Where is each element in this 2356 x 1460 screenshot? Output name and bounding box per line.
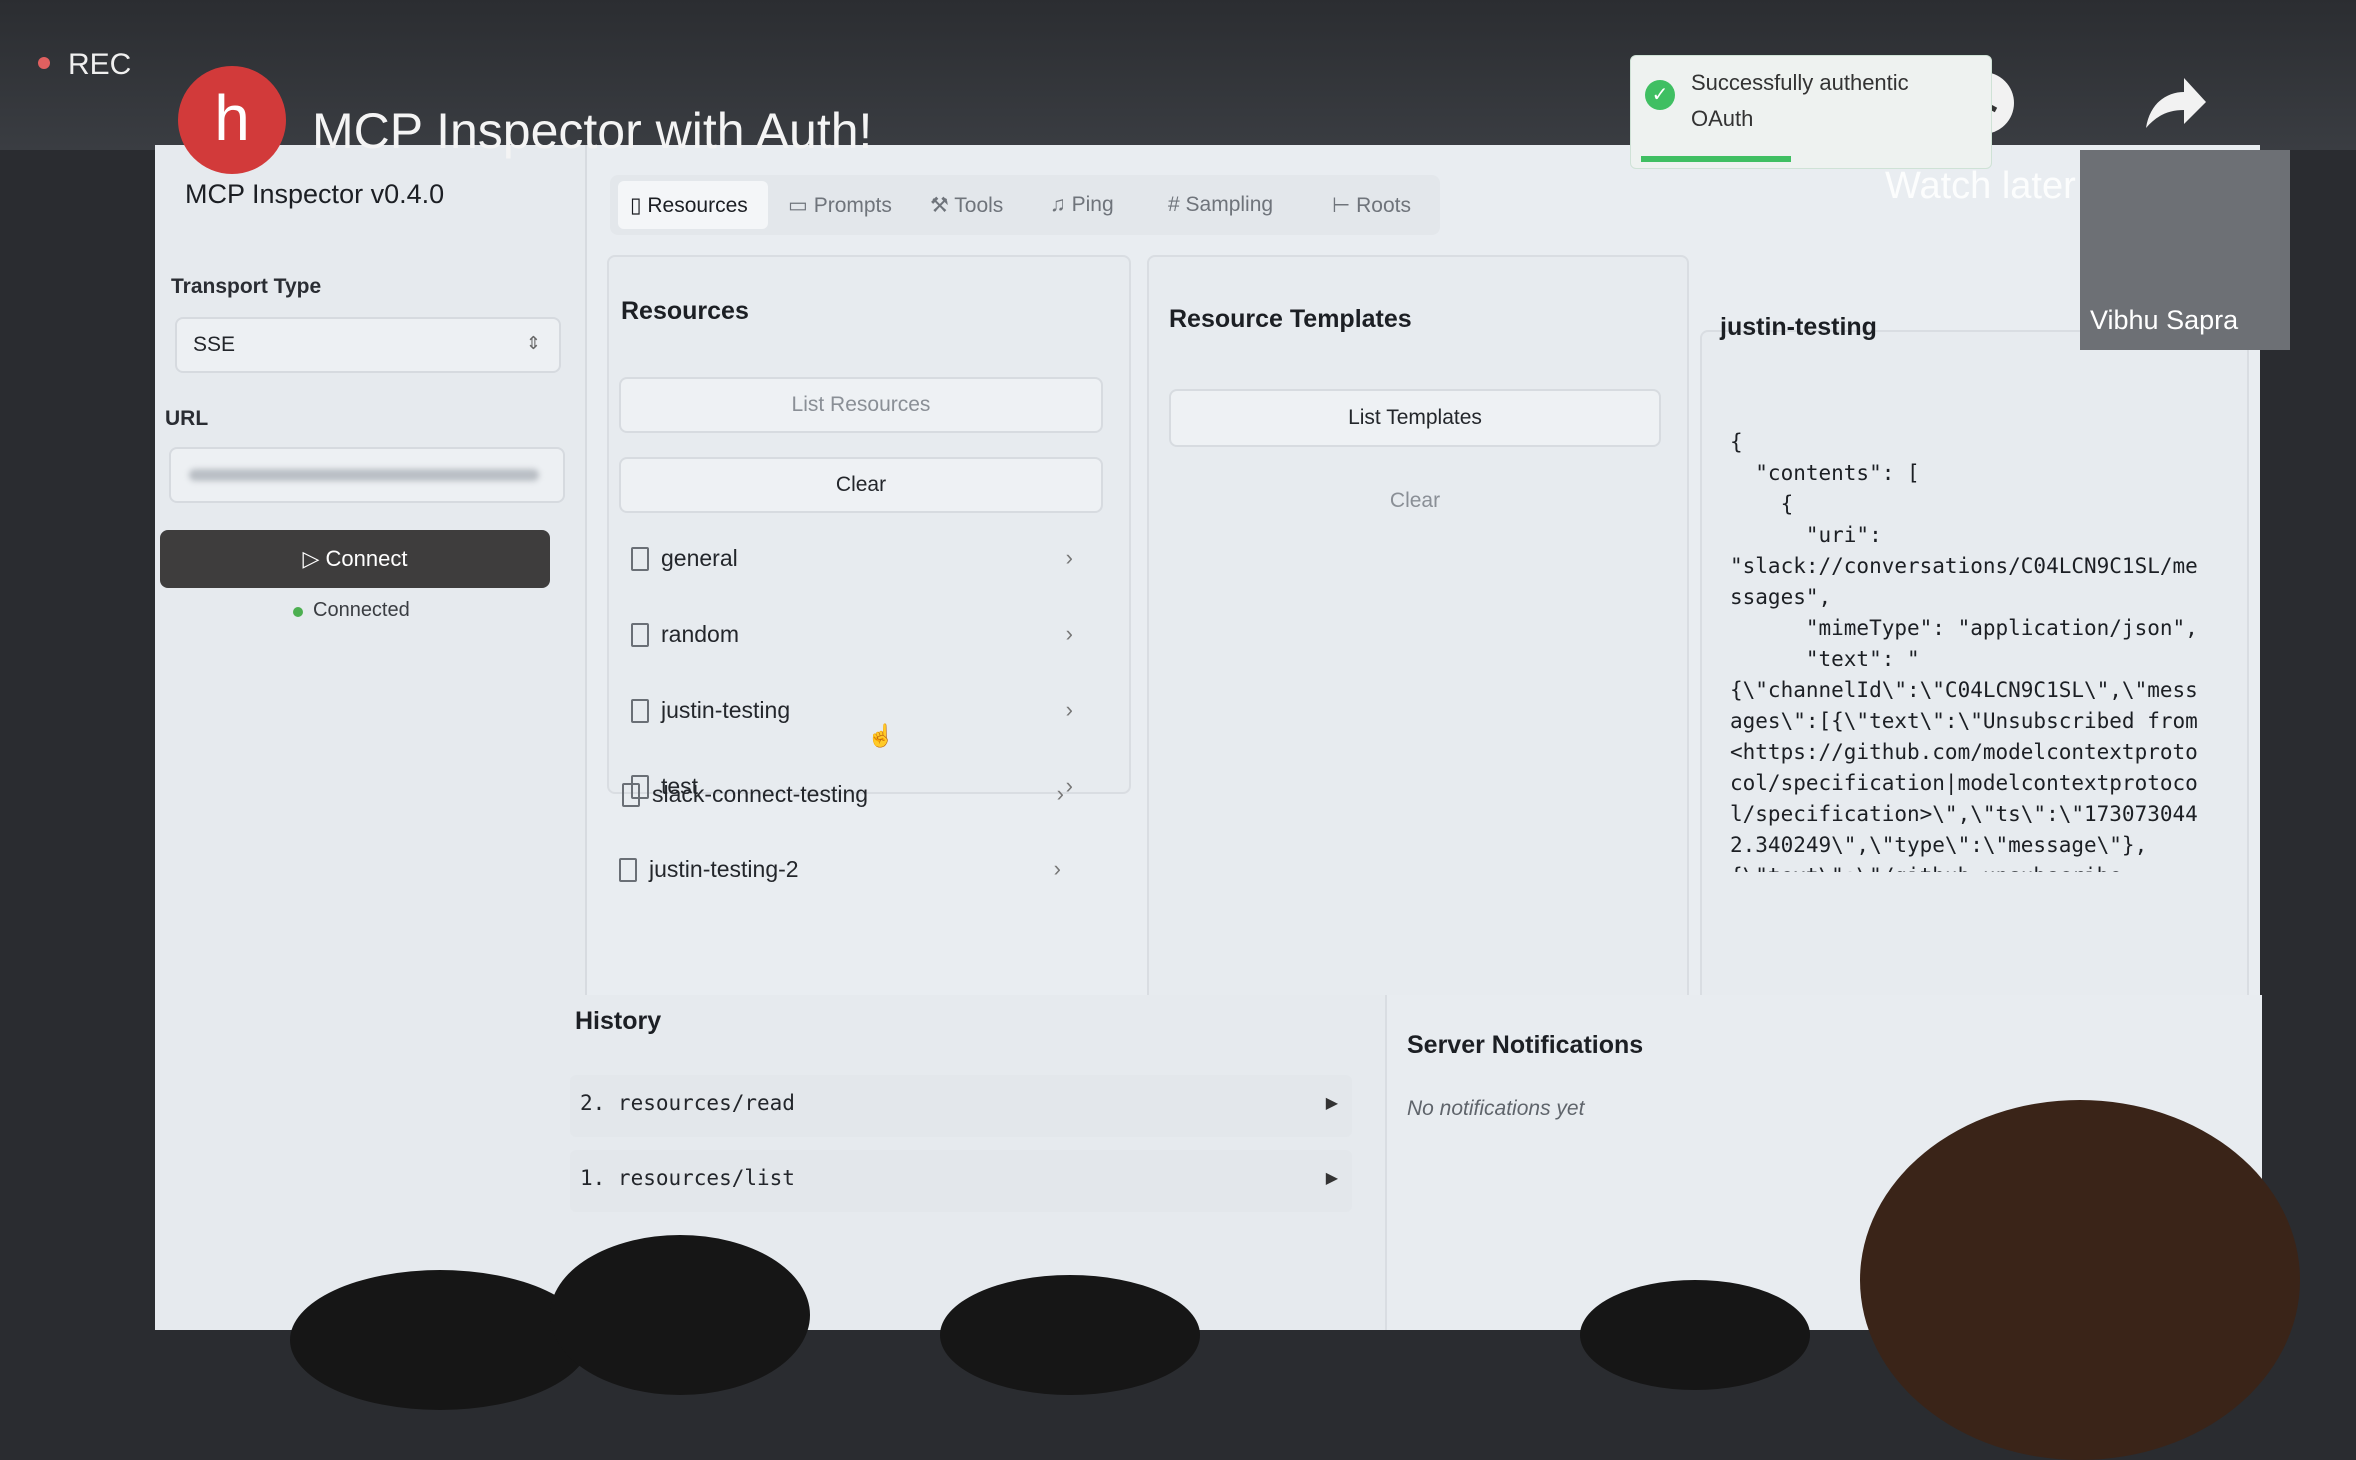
chevron-right-icon: › (1053, 856, 1061, 881)
list-resources-button[interactable]: List Resources (619, 377, 1103, 433)
tab-label: Ping (1071, 193, 1114, 216)
cursor-icon: ☝ (867, 723, 895, 748)
resources-panel: Resources List Resources Clear general › … (607, 255, 1131, 799)
app-title: MCP Inspector v0.4.0 (185, 179, 445, 209)
history-text: 1. resources/list (580, 1166, 795, 1190)
resource-name: justin-testing-2 (649, 856, 799, 882)
video-title: MCP Inspector with Auth! (312, 103, 873, 159)
transport-value: SSE (193, 333, 236, 356)
play-icon: ▷ (302, 546, 326, 571)
file-icon (619, 858, 637, 882)
resource-name: general (661, 545, 738, 571)
clear-templates-button[interactable]: Clear (1169, 473, 1661, 529)
resource-item-slack-connect-testing[interactable]: slack-connect-testing › (610, 765, 1080, 827)
rec-label: REC (68, 48, 132, 81)
url-input[interactable] (169, 447, 565, 503)
resource-item-justin-testing-2[interactable]: justin-testing-2 › (607, 840, 1077, 902)
audience-head (940, 1275, 1200, 1395)
resources-heading: Resources (621, 297, 749, 325)
history-item[interactable]: 1. resources/list ▶ (570, 1150, 1352, 1212)
transport-select[interactable]: SSE ⇕ (175, 317, 561, 373)
connect-label: Connect (325, 546, 408, 571)
toast-line1: Successfully authentic (1691, 70, 1909, 95)
play-icon: ▶ (1325, 1095, 1338, 1112)
url-label: URL (165, 407, 209, 430)
message-icon: ▭ (788, 194, 814, 217)
tab-prompts[interactable]: ▭ Prompts (788, 193, 892, 218)
sidebar: MCP Inspector v0.4.0 Transport Type SSE … (155, 145, 587, 1330)
tab-label: Roots (1356, 194, 1411, 217)
file-icon (631, 623, 649, 647)
tree-icon: ⊢ (1332, 194, 1357, 217)
chevron-right-icon: › (1056, 781, 1064, 806)
tab-label: Sampling (1185, 193, 1274, 216)
audience-head (1580, 1280, 1810, 1390)
blurred-url (189, 469, 539, 481)
check-icon: ✓ (1645, 80, 1675, 110)
tab-sampling[interactable]: # Sampling (1168, 193, 1273, 217)
toast-line2: OAuth (1691, 106, 1754, 131)
wrench-icon: ⚒ (930, 194, 955, 217)
notifications-empty: No notifications yet (1407, 1097, 1585, 1120)
history-heading: History (575, 1007, 662, 1035)
toast-progress (1641, 156, 1791, 162)
resource-name: slack-connect-testing (652, 781, 869, 807)
tab-label: Tools (954, 194, 1004, 217)
status-dot-icon (293, 607, 303, 617)
play-icon: ▶ (1325, 1170, 1338, 1187)
transport-label: Transport Type (171, 275, 322, 298)
record-dot-icon (38, 57, 50, 69)
audience-head (290, 1270, 590, 1410)
tab-roots[interactable]: ⊢ Roots (1332, 193, 1411, 218)
tab-ping[interactable]: ♫ Ping (1050, 193, 1114, 217)
chevron-right-icon: › (1065, 621, 1073, 646)
file-icon (631, 699, 649, 723)
tab-tools[interactable]: ⚒ Tools (930, 193, 1003, 218)
share-arrow-glyph (2146, 78, 2206, 128)
resource-item-justin-testing[interactable]: justin-testing › (619, 681, 1089, 743)
audience-head (550, 1235, 810, 1395)
resource-item-general[interactable]: general › (619, 529, 1089, 591)
connection-status: Connected (313, 599, 410, 621)
detail-heading: justin-testing (1720, 313, 1877, 341)
chevron-right-icon: › (1065, 697, 1073, 722)
auth-success-toast: ✓ Successfully authentic OAuth (1630, 55, 1992, 169)
templates-heading: Resource Templates (1169, 305, 1412, 333)
resource-name: justin-testing (661, 697, 791, 723)
bell-icon: ♫ (1050, 193, 1072, 216)
resource-name: random (661, 621, 739, 647)
file-icon: ▯ (630, 194, 648, 217)
channel-avatar[interactable]: h (178, 66, 286, 174)
audience-head (1860, 1100, 2300, 1460)
chevron-right-icon: › (1065, 545, 1073, 570)
share-icon[interactable] (2140, 74, 2208, 134)
resource-item-random[interactable]: random › (619, 605, 1089, 667)
tab-label: Prompts (813, 194, 892, 217)
tab-label: Resources (647, 194, 748, 217)
connect-button[interactable]: ▷ Connect (160, 530, 550, 588)
file-icon (622, 783, 640, 807)
tab-resources[interactable]: ▯ Resources (630, 193, 748, 218)
tab-bar: ▯ Resources ▭ Prompts ⚒ Tools ♫ Ping # S… (610, 175, 1440, 235)
history-text: 2. resources/read (580, 1091, 795, 1115)
hash-icon: # (1168, 193, 1186, 216)
file-icon (631, 547, 649, 571)
presenter-name: Vibhu Sapra (2090, 305, 2239, 335)
updown-chevron-icon: ⇕ (525, 333, 541, 353)
notifications-heading: Server Notifications (1407, 1031, 1644, 1059)
list-templates-button[interactable]: List Templates (1169, 389, 1661, 447)
history-item[interactable]: 2. resources/read ▶ (570, 1075, 1352, 1137)
watch-later-label[interactable]: Watch later (1885, 165, 2076, 208)
clear-resources-button[interactable]: Clear (619, 457, 1103, 513)
resource-json-output: { "contents": [ { "uri": "slack://conver… (1730, 430, 2198, 872)
